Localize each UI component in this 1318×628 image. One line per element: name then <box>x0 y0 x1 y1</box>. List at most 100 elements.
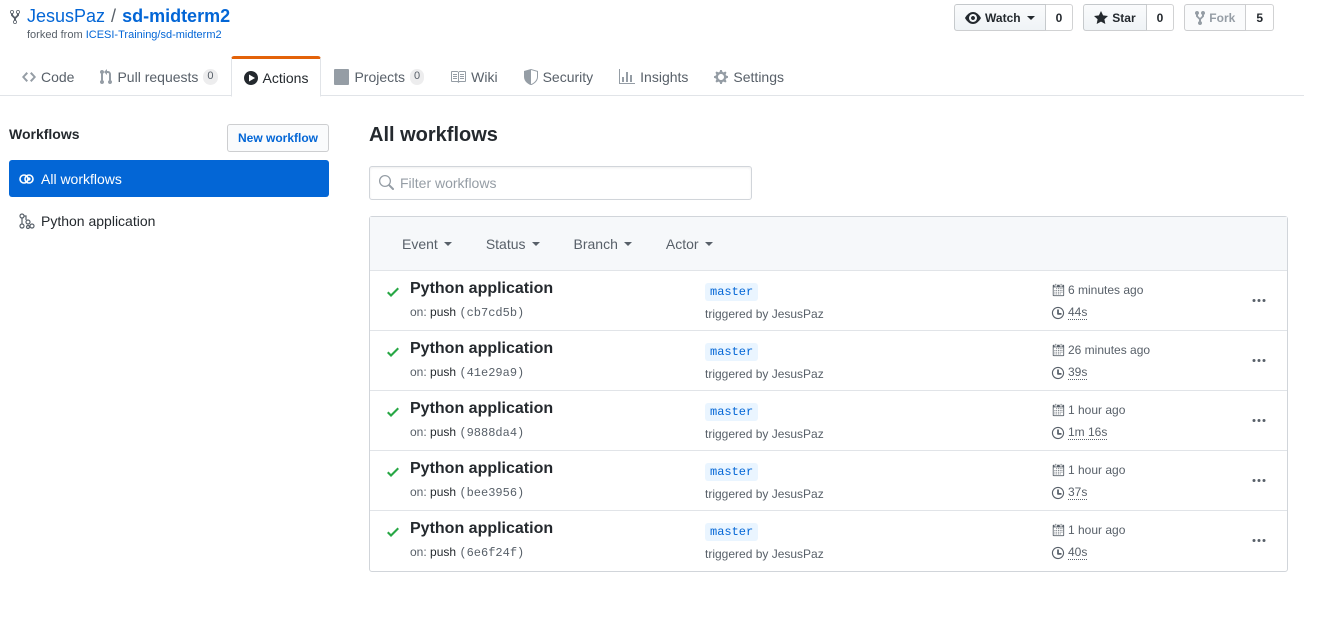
clock-icon <box>1051 486 1065 499</box>
event-name: push <box>430 365 457 379</box>
star-button[interactable]: Star <box>1083 4 1147 31</box>
run-row[interactable]: Python application on: push (6e6f24f) ma… <box>370 511 1287 571</box>
kebab-menu-icon[interactable] <box>1252 353 1266 369</box>
forked-from: forked from ICESI-Training/sd-midterm2 <box>27 29 222 41</box>
caret-down-icon <box>443 241 452 246</box>
fork-count[interactable]: 5 <box>1246 4 1274 31</box>
event-name: push <box>430 305 457 319</box>
check-icon <box>387 527 399 537</box>
search-icon <box>379 175 394 190</box>
sidebar-item-all-workflows[interactable]: All workflows <box>9 160 329 197</box>
runs-list: Event Status Branch Actor Python applica… <box>369 216 1288 572</box>
event-name: push <box>430 485 457 499</box>
kebab-menu-icon[interactable] <box>1252 413 1266 429</box>
run-duration: 44s <box>1051 305 1088 320</box>
caret-down-icon <box>1026 15 1035 20</box>
graph-icon <box>619 69 636 84</box>
triggered-by: triggered by JesusPaz <box>705 307 824 321</box>
forked-from-link[interactable]: ICESI-Training/sd-midterm2 <box>86 29 222 41</box>
clock-icon <box>1051 546 1065 559</box>
star-count[interactable]: 0 <box>1146 4 1175 31</box>
sidebar-item-python-application[interactable]: Python application <box>9 202 329 239</box>
branch-badge[interactable]: master <box>705 463 759 481</box>
tab-label: Code <box>41 69 75 85</box>
clock-icon <box>1051 426 1065 439</box>
sidebar-item-label: All workflows <box>41 170 122 187</box>
event-filter[interactable]: Event <box>402 236 452 252</box>
run-row[interactable]: Python application on: push (41e29a9) ma… <box>370 331 1287 391</box>
clock-icon <box>1051 366 1065 379</box>
kebab-menu-icon[interactable] <box>1252 473 1266 489</box>
tab-projects[interactable]: Projects 0 <box>321 56 437 96</box>
run-title-link[interactable]: Python application <box>410 340 553 358</box>
workflow-icon <box>19 212 35 229</box>
tab-wiki[interactable]: Wiki <box>437 56 510 96</box>
forked-from-prefix: forked from <box>27 29 83 41</box>
run-time: 6 minutes ago <box>1051 283 1143 297</box>
commit-sha: (9888da4) <box>459 426 525 440</box>
run-time-text: 1 hour ago <box>1068 403 1126 417</box>
tab-pull-requests[interactable]: Pull requests 0 <box>87 56 230 96</box>
pull-request-icon <box>100 69 113 85</box>
run-duration-text: 39s <box>1068 365 1088 380</box>
branch-badge[interactable]: master <box>705 343 759 361</box>
tab-label: Actions <box>262 69 309 86</box>
new-workflow-button[interactable]: New workflow <box>226 124 329 152</box>
fork-button[interactable]: Fork <box>1184 4 1247 31</box>
tab-insights[interactable]: Insights <box>606 56 701 96</box>
triggered-by: triggered by JesusPaz <box>705 547 824 561</box>
run-row[interactable]: Python application on: push (bee3956) ma… <box>370 451 1287 511</box>
tab-label: Insights <box>640 69 689 85</box>
filter-workflows-input[interactable] <box>400 175 740 191</box>
tab-security[interactable]: Security <box>511 56 607 96</box>
watch-count[interactable]: 0 <box>1045 4 1074 31</box>
run-row[interactable]: Python application on: push (9888da4) ma… <box>370 391 1287 451</box>
sidebar-item-label: Python application <box>41 212 156 229</box>
run-title-link[interactable]: Python application <box>410 520 553 538</box>
filter-label: Event <box>402 235 438 252</box>
repo-title: JesusPaz / sd-midterm2 <box>9 6 230 27</box>
run-time-text: 1 hour ago <box>1068 463 1126 477</box>
run-time-text: 6 minutes ago <box>1068 283 1144 297</box>
branch-badge[interactable]: master <box>705 283 759 301</box>
repo-name-link[interactable]: sd-midterm2 <box>122 6 230 27</box>
projects-counter: 0 <box>410 69 425 85</box>
run-time: 1 hour ago <box>1051 463 1125 477</box>
code-icon <box>22 72 36 82</box>
branch-badge[interactable]: master <box>705 403 759 421</box>
run-title-link[interactable]: Python application <box>410 280 553 298</box>
on-label: on: <box>410 305 427 319</box>
calendar-icon <box>1052 283 1065 297</box>
clock-icon <box>1051 306 1065 319</box>
run-title-link[interactable]: Python application <box>410 460 553 478</box>
run-trigger-meta: on: push (cb7cd5b) <box>410 305 524 320</box>
run-time: 1 hour ago <box>1051 403 1125 417</box>
run-duration: 1m 16s <box>1051 425 1108 440</box>
kebab-menu-icon[interactable] <box>1252 533 1266 549</box>
caret-down-icon <box>623 241 632 246</box>
star-label: Star <box>1112 10 1136 25</box>
tab-settings[interactable]: Settings <box>701 56 797 96</box>
actor-filter[interactable]: Actor <box>666 236 713 252</box>
branch-filter[interactable]: Branch <box>574 236 632 252</box>
status-filter[interactable]: Status <box>486 236 540 252</box>
run-duration-text: 37s <box>1068 485 1088 500</box>
watch-button[interactable]: Watch <box>954 4 1046 31</box>
triggered-by: triggered by JesusPaz <box>705 367 824 381</box>
run-time: 1 hour ago <box>1051 523 1125 537</box>
branch-badge[interactable]: master <box>705 523 759 541</box>
run-time: 26 minutes ago <box>1051 343 1150 357</box>
run-row[interactable]: Python application on: push (cb7cd5b) ma… <box>370 271 1287 331</box>
calendar-icon <box>1052 463 1065 477</box>
tab-code[interactable]: Code <box>9 56 87 96</box>
tab-label: Pull requests <box>117 69 199 85</box>
kebab-menu-icon[interactable] <box>1252 293 1266 309</box>
repo-owner-link[interactable]: JesusPaz <box>27 6 105 27</box>
repo-forked-icon <box>9 9 21 24</box>
tab-actions[interactable]: Actions <box>230 56 322 97</box>
commit-sha: (bee3956) <box>459 486 525 500</box>
sidebar-heading: Workflows <box>9 126 80 142</box>
calendar-icon <box>1052 343 1065 357</box>
run-title-link[interactable]: Python application <box>410 400 553 418</box>
play-icon <box>243 70 258 85</box>
